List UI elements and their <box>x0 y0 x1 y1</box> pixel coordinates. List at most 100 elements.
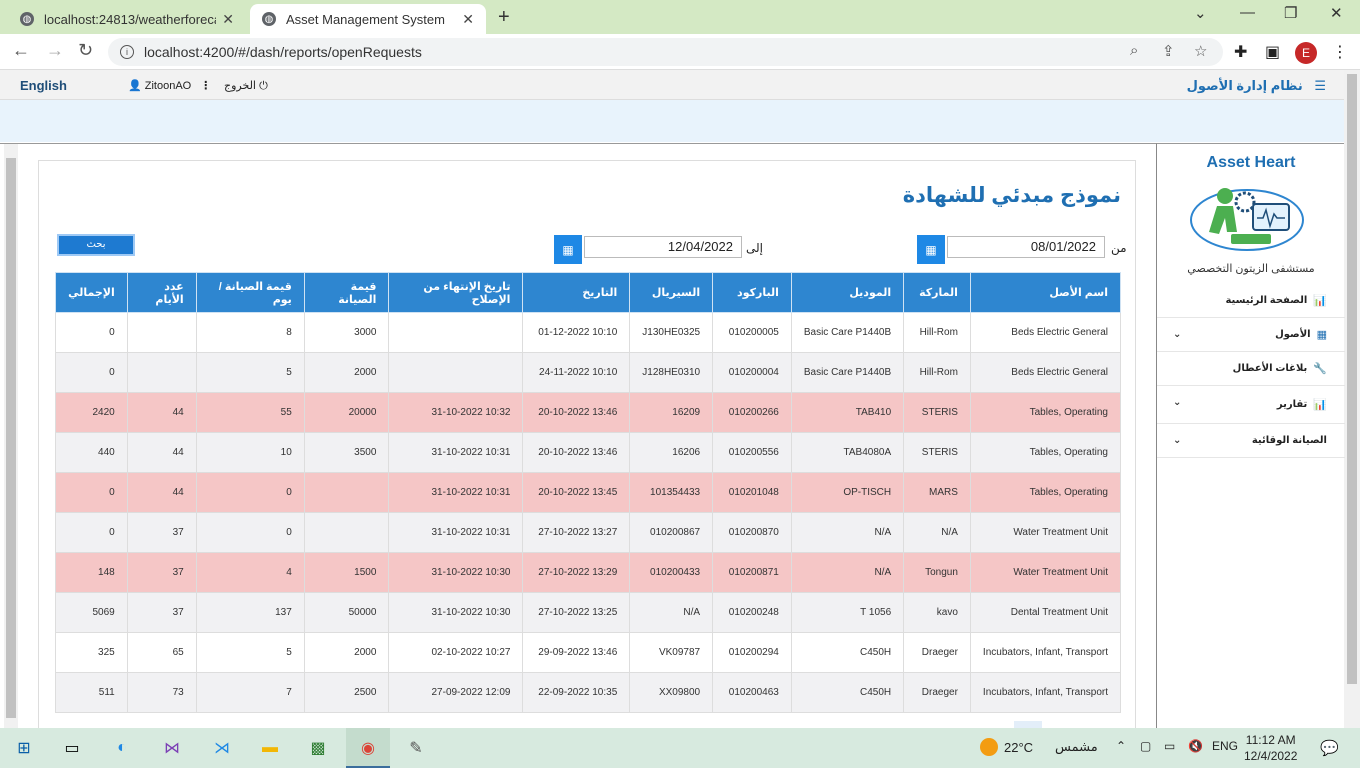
app-icon[interactable]: ▩ <box>306 736 330 760</box>
zoom-icon[interactable]: ⌕ <box>1130 42 1138 59</box>
sidebar-menu: الصفحة الرئيسية 📊 ⌄ الأصول ▦ بلاغات الأع… <box>1157 284 1345 458</box>
cell-repair-end: 27-09-2022 12:09 <box>388 672 524 713</box>
chevron-down-icon[interactable]: ⌄ <box>1194 4 1207 22</box>
system-title[interactable]: ☰ نظام إدارة الأصول <box>1187 78 1326 94</box>
open-requests-table: اسم الأصل الماركة الموديل الباركود السير… <box>55 272 1122 713</box>
restore-icon[interactable]: ❐ <box>1284 4 1297 22</box>
chevron-down-icon[interactable]: ⌄ <box>1173 397 1181 408</box>
cell-repair-end: 31-10-2022 10:32 <box>388 392 524 433</box>
cell-total: 0 <box>55 472 128 513</box>
forward-icon[interactable]: → <box>46 40 64 61</box>
profile-avatar[interactable]: E <box>1295 42 1317 64</box>
back-icon[interactable]: ← <box>12 40 30 61</box>
chevron-down-icon[interactable]: ⌄ <box>1173 329 1181 340</box>
vscode-icon[interactable]: ⋊ <box>210 736 234 760</box>
cell-total: 0 <box>55 312 128 353</box>
column-header[interactable]: قيمة الصيانة <box>303 272 390 313</box>
close-window-icon[interactable]: ✕ <box>1330 4 1343 22</box>
sidebar-item-label: تقارير <box>1276 399 1308 410</box>
browser-tab-asset-management[interactable]: ◍ Asset Management System ✕ <box>250 4 486 34</box>
weather-widget[interactable]: 22°C مشمس <box>980 738 1098 756</box>
reload-icon[interactable]: ↻ <box>78 40 93 61</box>
notifications-icon[interactable]: 💬 <box>1320 739 1339 757</box>
column-header[interactable]: تاريخ الإنتهاء من الإصلاح <box>388 272 524 313</box>
language-indicator[interactable]: ENG <box>1212 739 1238 753</box>
scrollbar-thumb[interactable] <box>1347 74 1357 684</box>
volume-muted-icon[interactable]: 🔇 <box>1188 739 1203 753</box>
taskbar: ⊞ ▭ ◐ ⋈ ⋊ ▬ ▩ ◉ ✎ 22°C مشمس ⌃ ▢ ▭ 🔇 ENG … <box>0 728 1360 768</box>
meet-now-icon[interactable]: ▢ <box>1140 739 1151 753</box>
table-row[interactable]: Water Treatment Unit Tongun N/A 010200871 01… <box>55 552 1122 593</box>
table-row[interactable]: Incubators, Infant, Transport Draeger C450… <box>55 672 1122 713</box>
chrome-icon[interactable]: ◉ <box>356 736 380 760</box>
logout-button[interactable]: الخروج ⏻ <box>224 79 268 93</box>
column-header[interactable]: الإجمالي <box>55 272 128 313</box>
bookmark-star-icon[interactable]: ☆ <box>1194 42 1207 60</box>
sidebar-item-assets[interactable]: ⌄ الأصول ▦ <box>1157 318 1345 352</box>
side-panel-icon[interactable]: ▣ <box>1265 42 1280 62</box>
column-header[interactable]: التاريخ <box>522 272 631 313</box>
column-header[interactable]: الماركة <box>903 272 971 313</box>
cell-repair-end: 31-10-2022 10:31 <box>388 472 524 513</box>
calendar-icon[interactable]: ▦ <box>917 235 945 264</box>
edge-icon[interactable]: ◐ <box>110 736 134 760</box>
network-icon[interactable]: ▭ <box>1164 739 1175 753</box>
sidebar-item-reports[interactable]: ⌄ تقارير 📊 <box>1157 386 1345 424</box>
chevron-down-icon[interactable]: ⌄ <box>1173 435 1181 446</box>
cell-model: C450H <box>790 672 905 713</box>
content-scrollbar[interactable] <box>4 144 18 729</box>
column-header[interactable]: الموديل <box>790 272 905 313</box>
table-row[interactable]: Beds Electric General Hill-Rom Basic Care … <box>55 312 1122 353</box>
task-view-icon[interactable]: ▭ <box>60 736 84 760</box>
scrollbar-thumb[interactable] <box>6 158 16 718</box>
language-toggle[interactable]: English <box>20 78 67 93</box>
column-header[interactable]: الباركود <box>712 272 792 313</box>
table-row[interactable]: Tables, Operating STERIS TAB410 010200266 16… <box>55 392 1122 433</box>
table-row[interactable]: Dental Treatment Unit kavo T 1056 010200248… <box>55 592 1122 633</box>
page-scrollbar[interactable] <box>1344 70 1360 728</box>
browser-menu-icon[interactable]: ⋮ <box>1332 42 1348 62</box>
address-bar[interactable]: i localhost:4200/#/dash/reports/openRequ… <box>108 38 1223 66</box>
cell-brand: STERIS <box>903 392 971 433</box>
cell-model: T 1056 <box>790 592 905 633</box>
clock[interactable]: 11:12 AM 12/4/2022 <box>1244 732 1297 764</box>
table-row[interactable]: Tables, Operating MARS OP-TISCH 010201048 10… <box>55 472 1122 513</box>
visual-studio-icon[interactable]: ⋈ <box>160 736 184 760</box>
table-row[interactable]: Water Treatment Unit N/A N/A 010200870 01020… <box>55 512 1122 553</box>
table-row[interactable]: Incubators, Infant, Transport Draeger C450… <box>55 632 1122 673</box>
site-info-icon[interactable]: i <box>120 45 134 59</box>
cell-barcode: 010200004 <box>712 352 792 393</box>
extensions-icon[interactable]: ✚ <box>1234 42 1247 62</box>
windows-start-icon[interactable]: ⊞ <box>12 736 36 760</box>
sidebar-item-fault-reports[interactable]: بلاغات الأعطال 🔧 <box>1157 352 1345 386</box>
chevron-up-icon[interactable]: ⌃ <box>1116 739 1126 753</box>
close-tab-icon[interactable]: ✕ <box>222 11 234 28</box>
file-explorer-icon[interactable]: ▬ <box>258 736 282 760</box>
close-tab-icon[interactable]: ✕ <box>462 11 474 28</box>
search-button[interactable]: بحث <box>57 234 135 256</box>
column-header[interactable]: قيمة الصيانة / يوم <box>195 272 305 313</box>
cell-repair-end: 31-10-2022 10:31 <box>388 432 524 473</box>
column-header[interactable]: عدد الأيام <box>126 272 197 313</box>
new-tab-icon[interactable]: + <box>498 6 510 29</box>
time: 11:12 AM <box>1245 733 1296 747</box>
table-row[interactable]: Beds Electric General Hill-Rom Basic Care … <box>55 352 1122 393</box>
cell-total: 148 <box>55 552 128 593</box>
from-date-input[interactable]: 08/01/2022 <box>947 236 1105 258</box>
column-header[interactable]: السيريال <box>629 272 714 313</box>
cell-model: Basic Care P1440B <box>790 352 905 393</box>
kebab-menu-icon[interactable]: ⋮ <box>200 80 211 92</box>
sidebar-item-home[interactable]: الصفحة الرئيسية 📊 <box>1157 284 1345 318</box>
paint-icon[interactable]: ✎ <box>404 736 428 760</box>
sidebar-item-preventive-maintenance[interactable]: ⌄ الصيانة الوقائية <box>1157 424 1345 458</box>
user-menu[interactable]: 👤 ZitoonAO ⋮ <box>128 79 211 92</box>
browser-tab-weatherforecast[interactable]: ◍ localhost:24813/weatherforecast ✕ <box>8 4 246 34</box>
brand-name: Asset Heart <box>1206 154 1296 171</box>
column-header[interactable]: اسم الأصل <box>969 272 1122 313</box>
share-icon[interactable]: ⇪ <box>1162 42 1175 60</box>
calendar-icon[interactable]: ▦ <box>554 235 582 264</box>
minimize-icon[interactable]: — <box>1240 4 1255 21</box>
table-row[interactable]: Tables, Operating STERIS TAB4080A 010200556… <box>55 432 1122 473</box>
hamburger-icon[interactable]: ☰ <box>1314 78 1326 93</box>
to-date-input[interactable]: 12/04/2022 <box>584 236 742 258</box>
